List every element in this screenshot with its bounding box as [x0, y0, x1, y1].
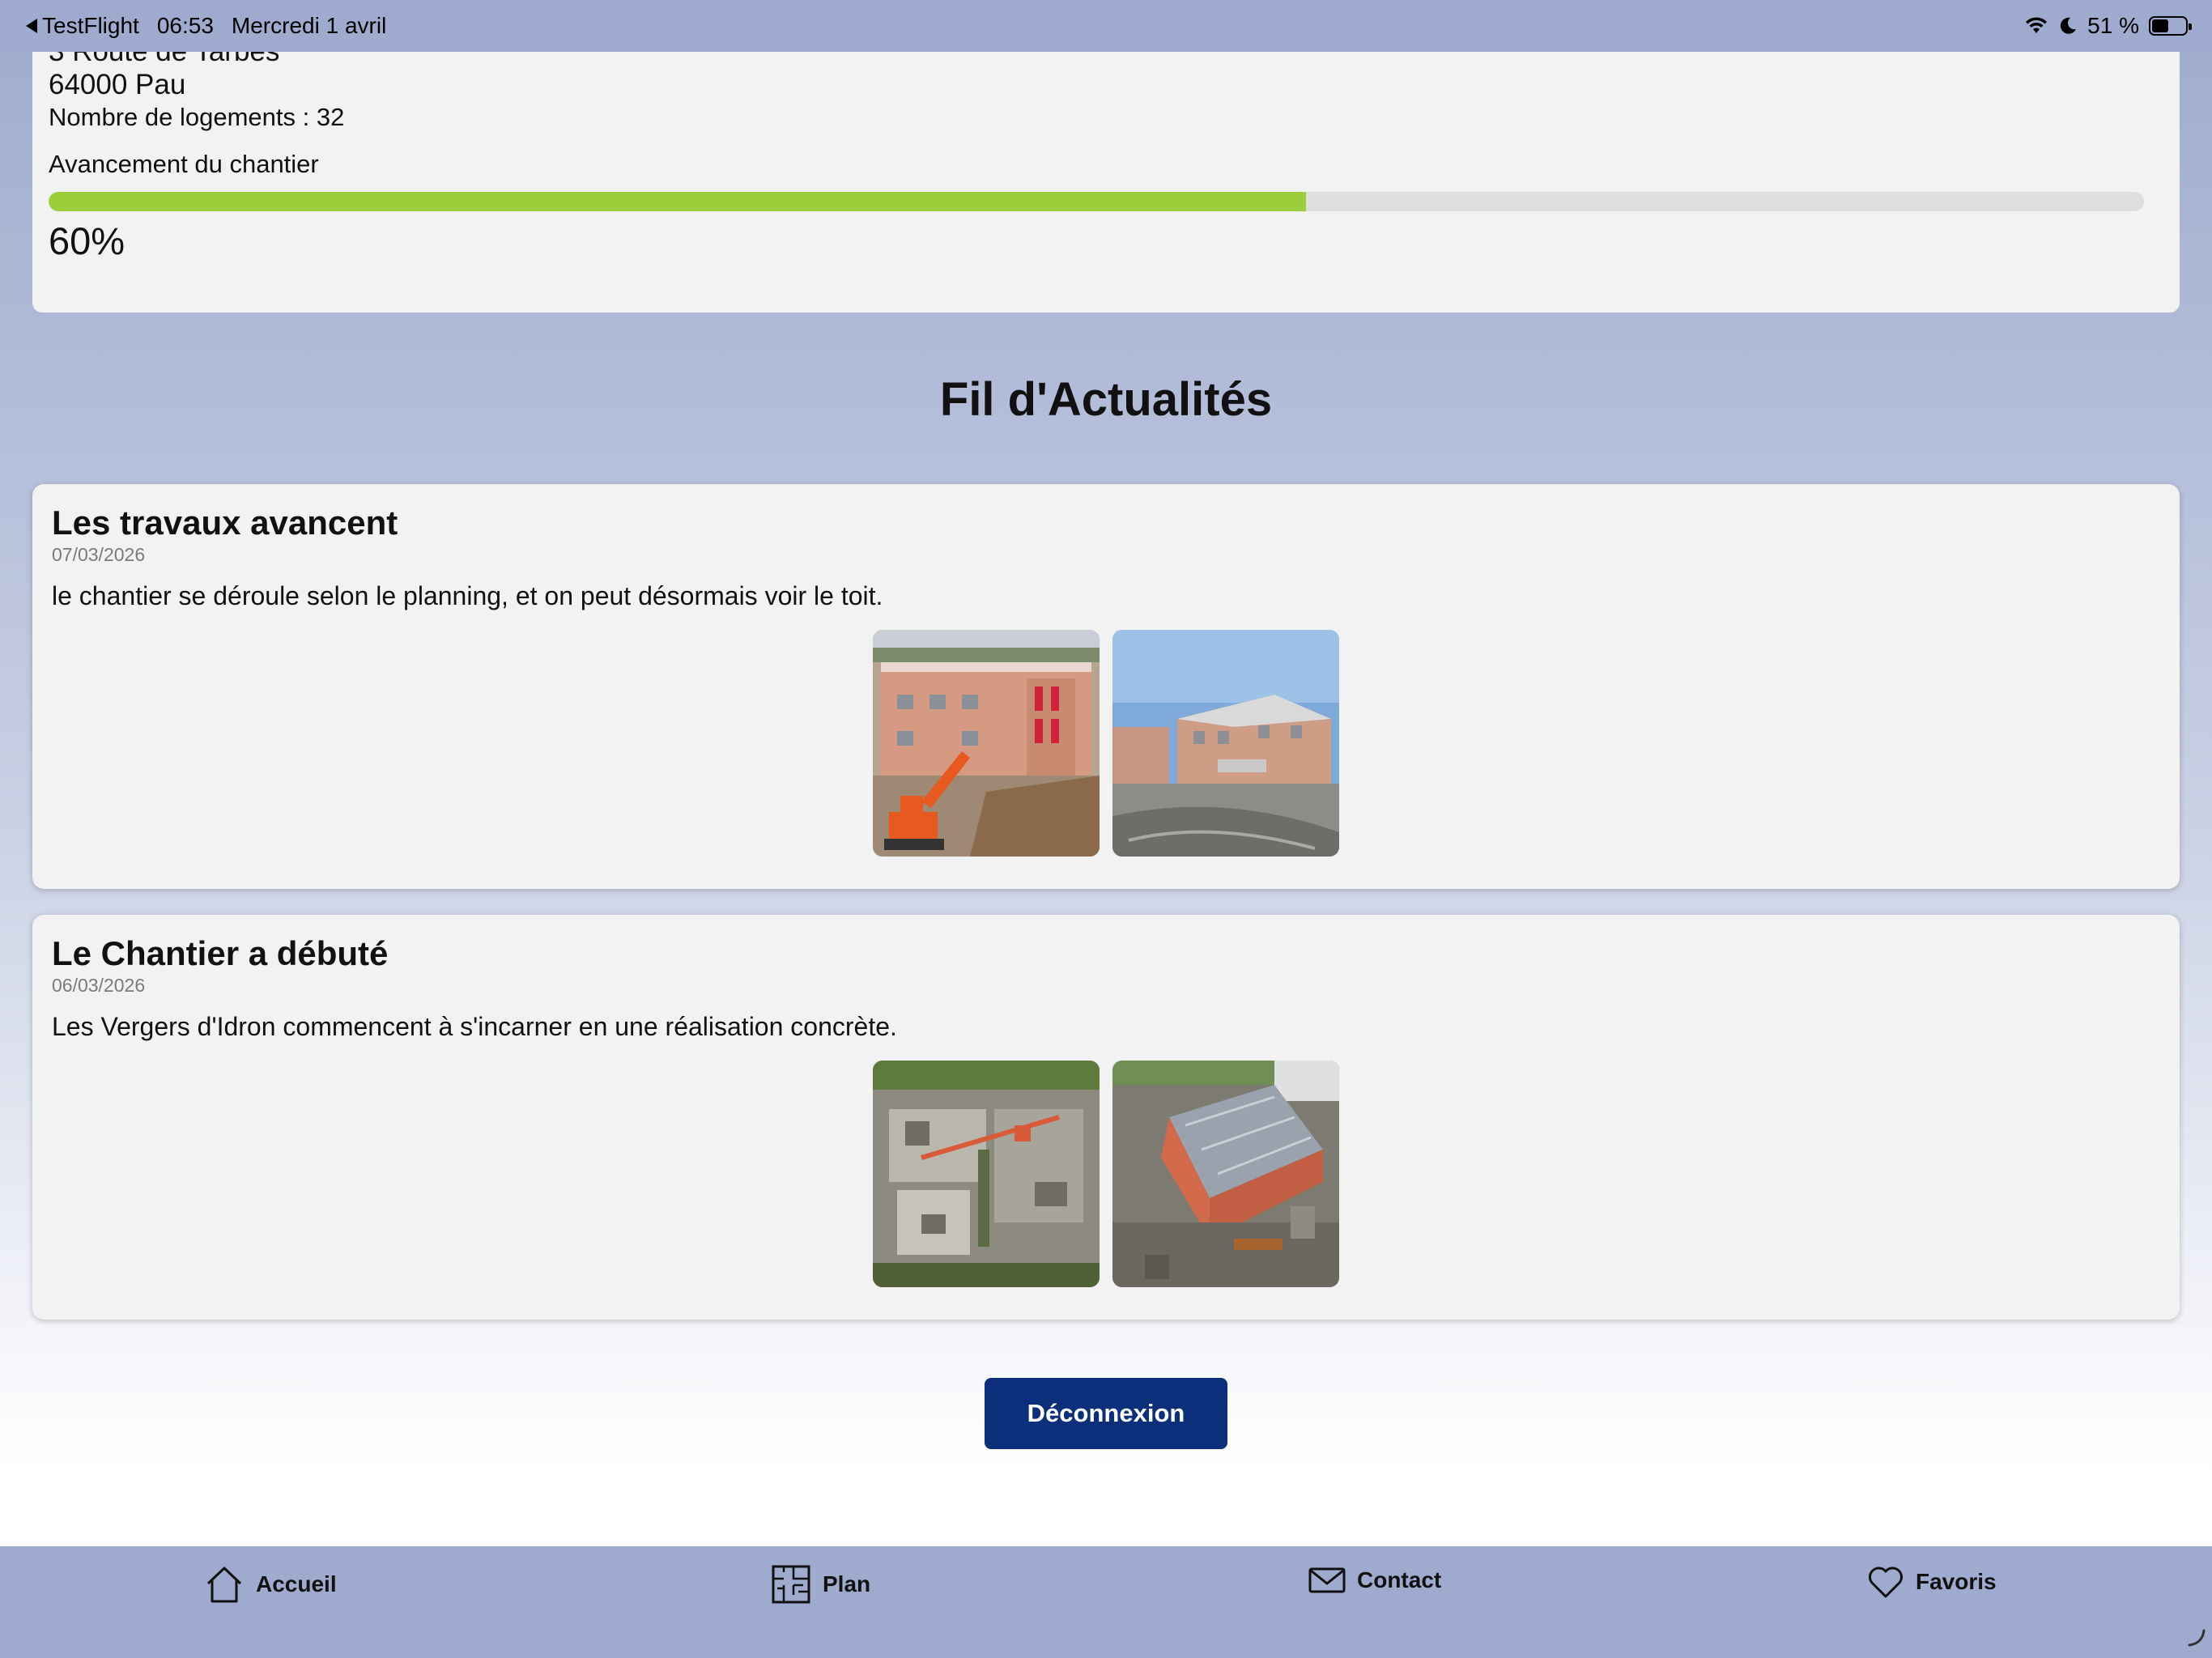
news-title: Le Chantier a débuté [52, 934, 389, 972]
news-card[interactable]: Le Chantier a débuté 06/03/2026 Les Verg… [32, 915, 2180, 1320]
news-images [32, 1061, 2180, 1287]
address-line-1: 3 Route de Tarbes [49, 52, 279, 68]
logements-count: Nombre de logements : 32 [49, 103, 345, 131]
photo-aerial-site [873, 1061, 1100, 1287]
status-left: TestFlight 06:53 Mercredi 1 avril [26, 13, 386, 39]
photo-construction-excavator [873, 630, 1100, 857]
battery-icon [2149, 16, 2192, 36]
news-images [32, 630, 2180, 857]
project-card: 3 Route de Tarbes 64000 Pau Nombre de lo… [32, 52, 2180, 312]
home-icon [206, 1567, 242, 1603]
heart-icon [1869, 1567, 1903, 1598]
envelope-icon [1308, 1567, 1346, 1593]
news-photo[interactable] [873, 1061, 1100, 1287]
progress-value: 60% [49, 219, 125, 262]
progress-fill [49, 192, 1306, 211]
back-to-app[interactable]: TestFlight [26, 13, 139, 39]
tab-label: Accueil [256, 1571, 337, 1596]
news-photo[interactable] [1112, 630, 1339, 857]
progress-bar [49, 192, 2144, 211]
news-date: 07/03/2026 [52, 544, 146, 565]
news-text: Les Vergers d'Idron commencent à s'incar… [52, 1012, 897, 1041]
back-arrow-icon [26, 19, 37, 33]
status-bar: TestFlight 06:53 Mercredi 1 avril 51 % [0, 0, 2212, 52]
tab-contact[interactable]: Contact [1308, 1564, 1441, 1596]
moon-icon [2061, 17, 2077, 34]
address-line-2: 64000 Pau [49, 69, 186, 100]
tab-bar: Accueil Plan Contact Favoris [0, 1546, 2212, 1658]
battery-cap [2189, 23, 2192, 30]
photo-building-roof [1112, 630, 1339, 857]
tab-favoris[interactable]: Favoris [1867, 1564, 1997, 1600]
photo-aerial-building [1112, 1061, 1339, 1287]
logout-button[interactable]: Déconnexion [985, 1378, 1227, 1449]
news-photo[interactable] [1112, 1061, 1339, 1287]
battery-fill [2152, 19, 2169, 32]
resize-corner-icon [2188, 1629, 2206, 1647]
status-time: 06:53 [156, 13, 214, 38]
tab-label: Plan [823, 1571, 871, 1596]
tab-label: Contact [1357, 1567, 1442, 1592]
tab-label: Favoris [1916, 1569, 1997, 1594]
tab-accueil[interactable]: Accueil [204, 1564, 337, 1605]
status-right: 51 % [2024, 13, 2192, 39]
progress-label: Avancement du chantier [49, 150, 319, 178]
news-card[interactable]: Les travaux avancent 07/03/2026 le chant… [32, 484, 2180, 889]
news-title: Les travaux avancent [52, 504, 398, 542]
news-section-title: Fil d'Actualités [939, 373, 1273, 426]
tab-plan[interactable]: Plan [771, 1564, 870, 1605]
battery-percent: 51 % [2087, 13, 2139, 38]
back-app-name: TestFlight [42, 13, 139, 38]
status-date: Mercredi 1 avril [231, 13, 387, 38]
news-photo[interactable] [873, 630, 1100, 857]
floorplan-icon [772, 1565, 810, 1604]
news-date: 06/03/2026 [52, 975, 146, 996]
news-text: le chantier se déroule selon le planning… [52, 581, 883, 610]
wifi-icon [2026, 17, 2048, 33]
